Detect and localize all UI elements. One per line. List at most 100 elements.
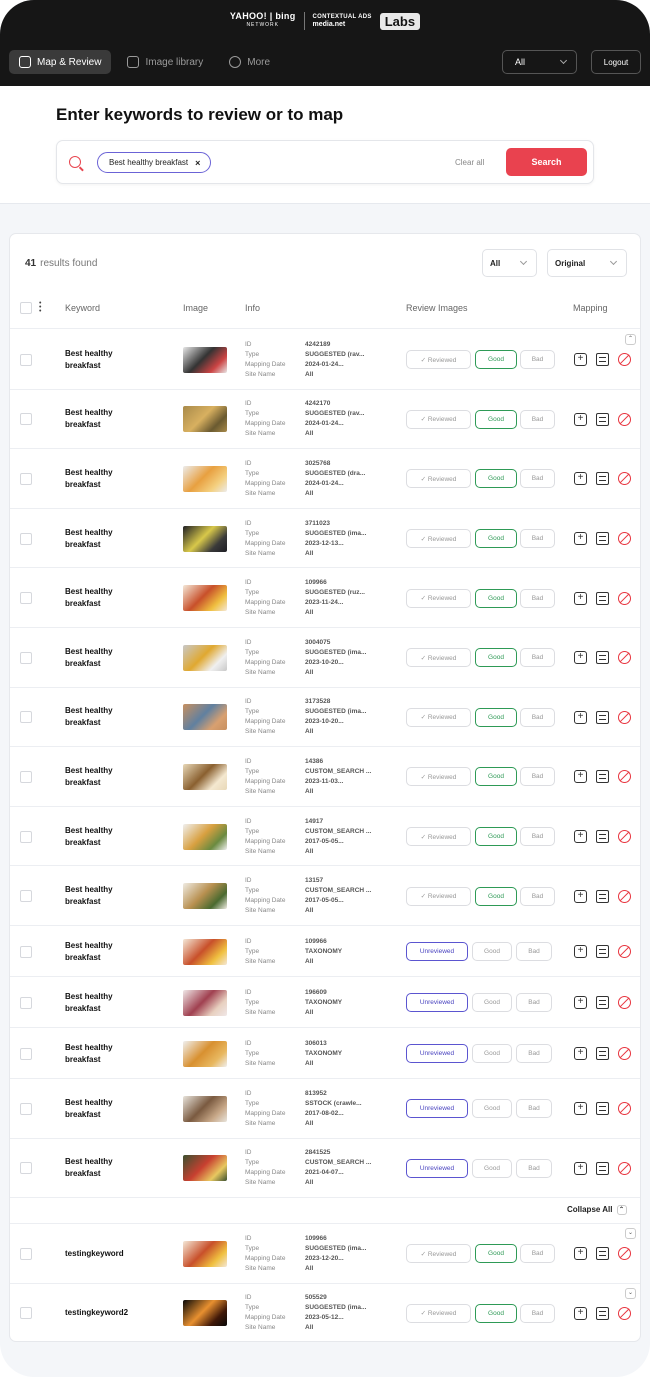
good-button[interactable]: Good <box>475 1303 517 1323</box>
row-image[interactable] <box>183 525 227 552</box>
row-checkbox[interactable] <box>20 945 32 958</box>
bad-button[interactable]: Bad <box>516 1099 552 1119</box>
row-checkbox[interactable] <box>20 1307 32 1320</box>
row-image[interactable] <box>183 1095 227 1122</box>
row-checkbox[interactable] <box>20 472 32 485</box>
logout-button[interactable]: Logout <box>591 50 641 74</box>
add-mapping-icon[interactable]: + <box>574 1102 587 1116</box>
good-button[interactable]: Good <box>475 827 517 847</box>
reviewed-button[interactable]: ✓ Reviewed <box>406 707 471 727</box>
good-button[interactable]: Good <box>475 1244 517 1264</box>
copy-list-icon[interactable] <box>596 472 609 486</box>
status-filter[interactable]: All <box>482 249 537 277</box>
bad-button[interactable]: Bad <box>516 1158 552 1178</box>
copy-list-icon[interactable] <box>596 1161 609 1175</box>
bad-button[interactable]: Bad <box>516 993 552 1012</box>
add-mapping-icon[interactable]: + <box>574 591 587 605</box>
block-icon[interactable] <box>618 1306 631 1320</box>
bad-button[interactable]: Bad <box>516 1044 552 1063</box>
row-checkbox[interactable] <box>20 651 32 664</box>
nav-image-library[interactable]: Image library <box>117 50 213 74</box>
copy-list-icon[interactable] <box>596 1047 609 1060</box>
row-image[interactable] <box>183 585 227 612</box>
chevron-up-icon[interactable]: ⌃ <box>625 334 636 345</box>
source-filter[interactable]: Original <box>547 249 627 277</box>
good-button[interactable]: Good <box>472 1044 512 1063</box>
block-icon[interactable] <box>618 830 631 844</box>
reviewed-button[interactable]: ✓ Reviewed <box>406 1244 471 1264</box>
add-mapping-icon[interactable]: + <box>574 651 587 665</box>
add-mapping-icon[interactable]: + <box>574 1161 587 1175</box>
add-mapping-icon[interactable]: + <box>574 412 587 426</box>
bad-button[interactable]: Bad <box>516 942 552 961</box>
bad-button[interactable]: Bad <box>520 767 555 787</box>
reviewed-button[interactable]: ✓ Reviewed <box>406 529 471 549</box>
clear-all-button[interactable]: Clear all <box>455 158 484 167</box>
row-image[interactable] <box>183 465 227 492</box>
reviewed-button[interactable]: ✓ Reviewed <box>406 409 471 429</box>
copy-list-icon[interactable] <box>596 1102 609 1116</box>
keyword-chip[interactable]: Best healthy breakfast × <box>97 152 212 173</box>
row-checkbox[interactable] <box>20 770 32 783</box>
bad-button[interactable]: Bad <box>520 1303 555 1323</box>
row-checkbox[interactable] <box>20 711 32 724</box>
reviewed-button[interactable]: ✓ Reviewed <box>406 886 471 906</box>
row-checkbox[interactable] <box>20 353 32 366</box>
row-image[interactable] <box>183 823 227 850</box>
row-checkbox[interactable] <box>20 1247 32 1260</box>
row-checkbox[interactable] <box>20 1162 32 1175</box>
row-checkbox[interactable] <box>20 890 32 903</box>
collapse-all-button[interactable]: Collapse All ⌃ <box>567 1205 627 1215</box>
unreviewed-button[interactable]: Unreviewed <box>406 1099 468 1119</box>
block-icon[interactable] <box>618 1161 631 1175</box>
bad-button[interactable]: Bad <box>520 350 555 370</box>
add-mapping-icon[interactable]: + <box>574 353 587 367</box>
good-button[interactable]: Good <box>475 767 517 787</box>
good-button[interactable]: Good <box>475 588 517 608</box>
chevron-down-icon[interactable]: ⌄ <box>625 1287 636 1299</box>
block-icon[interactable] <box>618 412 631 426</box>
bad-button[interactable]: Bad <box>520 529 555 549</box>
block-icon[interactable] <box>618 472 631 486</box>
copy-list-icon[interactable] <box>596 651 609 665</box>
nav-more[interactable]: More <box>219 50 280 74</box>
add-mapping-icon[interactable]: + <box>574 830 587 844</box>
row-image[interactable] <box>183 883 227 910</box>
good-button[interactable]: Good <box>472 993 512 1012</box>
copy-list-icon[interactable] <box>596 412 609 426</box>
reviewed-button[interactable]: ✓ Reviewed <box>406 827 471 847</box>
bad-button[interactable]: Bad <box>520 588 555 608</box>
copy-list-icon[interactable] <box>596 1306 609 1320</box>
reviewed-button[interactable]: ✓ Reviewed <box>406 767 471 787</box>
block-icon[interactable] <box>618 996 631 1009</box>
row-checkbox[interactable] <box>20 830 32 843</box>
good-button[interactable]: Good <box>475 469 517 489</box>
unreviewed-button[interactable]: Unreviewed <box>406 1044 468 1063</box>
row-image[interactable] <box>183 989 227 1016</box>
row-checkbox[interactable] <box>20 532 32 545</box>
copy-list-icon[interactable] <box>596 1247 609 1261</box>
block-icon[interactable] <box>618 770 631 784</box>
row-image[interactable] <box>183 1040 227 1067</box>
row-checkbox[interactable] <box>20 1102 32 1115</box>
reviewed-button[interactable]: ✓ Reviewed <box>406 1303 471 1323</box>
add-mapping-icon[interactable]: + <box>574 889 587 903</box>
good-button[interactable]: Good <box>475 350 517 370</box>
row-checkbox[interactable] <box>20 413 32 426</box>
row-image[interactable] <box>183 406 227 433</box>
bad-button[interactable]: Bad <box>520 648 555 668</box>
add-mapping-icon[interactable]: + <box>574 472 587 486</box>
copy-list-icon[interactable] <box>596 945 609 958</box>
copy-list-icon[interactable] <box>596 532 609 546</box>
select-all-checkbox[interactable] <box>20 302 32 314</box>
nav-map-review[interactable]: Map & Review <box>9 50 112 74</box>
search-button[interactable]: Search <box>506 148 587 176</box>
reviewed-button[interactable]: ✓ Reviewed <box>406 469 471 489</box>
good-button[interactable]: Good <box>475 707 517 727</box>
close-icon[interactable]: × <box>195 158 200 168</box>
add-mapping-icon[interactable]: + <box>574 1047 587 1060</box>
copy-list-icon[interactable] <box>596 353 609 367</box>
row-checkbox[interactable] <box>20 592 32 605</box>
row-checkbox[interactable] <box>20 996 32 1009</box>
unreviewed-button[interactable]: Unreviewed <box>406 942 468 961</box>
